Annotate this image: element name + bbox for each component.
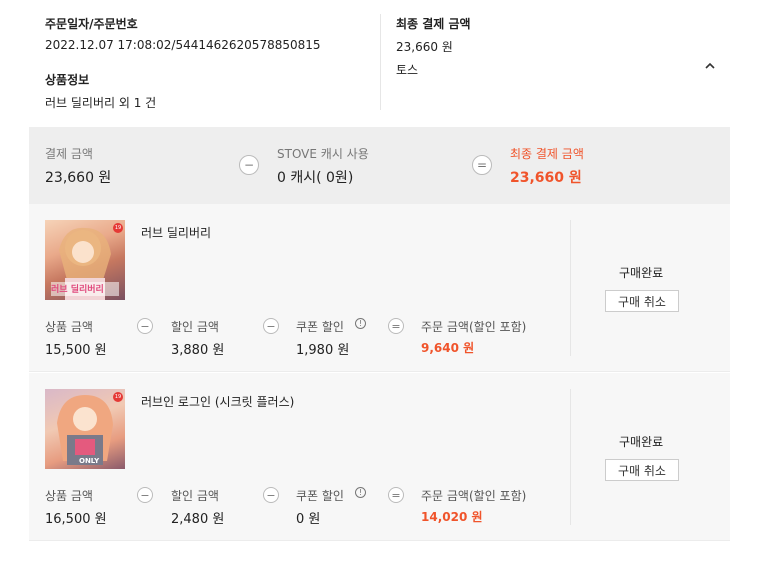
order-amount-value: 9,640 원: [421, 341, 475, 355]
order-amount-label: 주문 금액(할인 포함): [421, 320, 527, 334]
product-title[interactable]: 러브 딜리버리: [141, 224, 211, 241]
info-icon[interactable]: !: [355, 318, 366, 329]
cancel-purchase-button[interactable]: 구매 취소: [605, 459, 679, 481]
order-item: 러브 딜리버리 19 러브 딜리버리 상품 금액 15,500 원 − 할인 금…: [29, 204, 730, 372]
payment-amount-value: 23,660 원: [45, 170, 112, 186]
order-amount-label: 주문 금액(할인 포함): [421, 489, 527, 503]
stove-cash-label: STOVE 캐시 사용: [277, 147, 369, 161]
final-payment-label: 최종 결제 금액: [510, 147, 584, 161]
product-thumbnail[interactable]: 러브 딜리버리 19: [45, 220, 125, 300]
product-thumbnail[interactable]: ONLY 19: [45, 389, 125, 469]
age-rating-badge: 19: [113, 392, 123, 402]
stove-cash-value: 0 캐시( 0원): [277, 170, 354, 186]
purchase-status: 구매완료: [619, 435, 664, 449]
summary-divider: [380, 14, 381, 110]
order-item: ONLY 19 러브인 로그인 (시크릿 플러스) 상품 금액 16,500 원…: [29, 373, 730, 541]
discount-label: 할인 금액: [171, 489, 219, 503]
age-rating-badge: 19: [113, 223, 123, 233]
price-value: 16,500 원: [45, 512, 107, 527]
product-title[interactable]: 러브인 로그인 (시크릿 플러스): [141, 393, 294, 410]
equals-icon: =: [388, 487, 404, 503]
order-amount-value: 14,020 원: [421, 510, 483, 524]
info-icon[interactable]: !: [355, 487, 366, 498]
purchase-status: 구매완료: [619, 266, 664, 280]
thumbnail-caption: ONLY: [79, 457, 100, 465]
price-label: 상품 금액: [45, 489, 93, 503]
chevron-up-icon[interactable]: [703, 57, 717, 69]
minus-icon: −: [263, 487, 279, 503]
thumbnail-caption: 러브 딜리버리: [51, 285, 104, 295]
product-info-label: 상품정보: [45, 73, 90, 87]
coupon-label: 쿠폰 할인: [296, 489, 344, 503]
price-label: 상품 금액: [45, 320, 93, 334]
discount-value: 2,480 원: [171, 512, 225, 527]
price-value: 15,500 원: [45, 343, 107, 358]
equals-icon: =: [388, 318, 404, 334]
minus-icon: −: [137, 487, 153, 503]
order-summary: 주문일자/주문번호 2022.12.07 17:08:02/5441462620…: [29, 0, 730, 126]
final-amount-label: 최종 결제 금액: [396, 17, 471, 31]
discount-value: 3,880 원: [171, 343, 225, 358]
item-divider: [570, 220, 571, 356]
coupon-label: 쿠폰 할인: [296, 320, 344, 334]
order-date-label: 주문일자/주문번호: [45, 17, 138, 31]
equals-icon: =: [472, 155, 492, 175]
coupon-value: 0 원: [296, 512, 321, 527]
final-payment-value: 23,660 원: [510, 170, 582, 186]
minus-icon: −: [263, 318, 279, 334]
item-divider: [570, 389, 571, 525]
minus-icon: −: [239, 155, 259, 175]
payment-method: 토스: [396, 63, 419, 77]
coupon-value: 1,980 원: [296, 343, 350, 358]
final-amount-value: 23,660 원: [396, 40, 453, 54]
minus-icon: −: [137, 318, 153, 334]
order-date-value: 2022.12.07 17:08:02/5441462620578850815: [45, 38, 321, 52]
discount-label: 할인 금액: [171, 320, 219, 334]
payment-amount-label: 결제 금액: [45, 147, 93, 161]
payment-totals-bar: 결제 금액 23,660 원 − STOVE 캐시 사용 0 캐시( 0원) =…: [29, 127, 730, 204]
product-info-value: 러브 딜리버리 외 1 건: [45, 96, 157, 110]
cancel-purchase-button[interactable]: 구매 취소: [605, 290, 679, 312]
